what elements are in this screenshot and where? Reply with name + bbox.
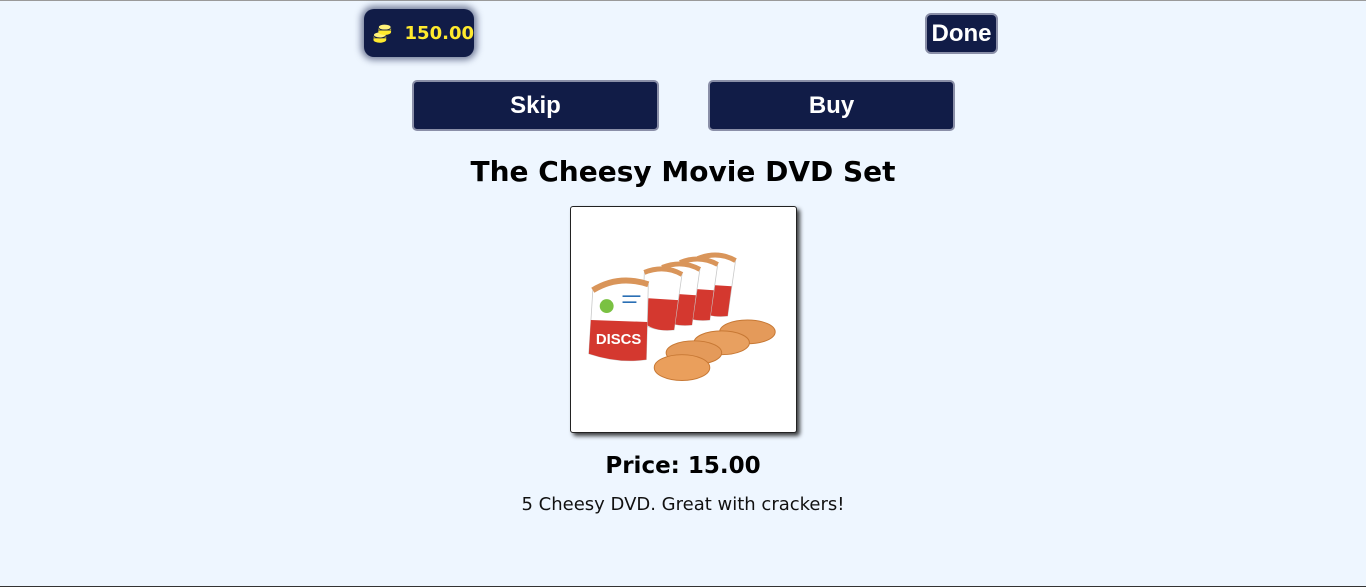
product-description: 5 Cheesy DVD. Great with crackers! bbox=[521, 494, 845, 515]
product-title: The Cheesy Movie DVD Set bbox=[470, 155, 896, 188]
coins-icon bbox=[373, 23, 392, 43]
buy-button[interactable]: Buy bbox=[708, 80, 955, 131]
cheese-discs-product-image: DISCS bbox=[588, 252, 776, 381]
coin-balance-badge: 150.00 bbox=[364, 9, 474, 57]
skip-button[interactable]: Skip bbox=[412, 80, 659, 131]
package-label: DISCS bbox=[596, 332, 642, 348]
product-price: Price: 15.00 bbox=[605, 453, 761, 479]
coin-balance-value: 150.00 bbox=[404, 22, 474, 44]
product-image: DISCS bbox=[570, 206, 797, 433]
done-button[interactable]: Done bbox=[925, 13, 998, 54]
